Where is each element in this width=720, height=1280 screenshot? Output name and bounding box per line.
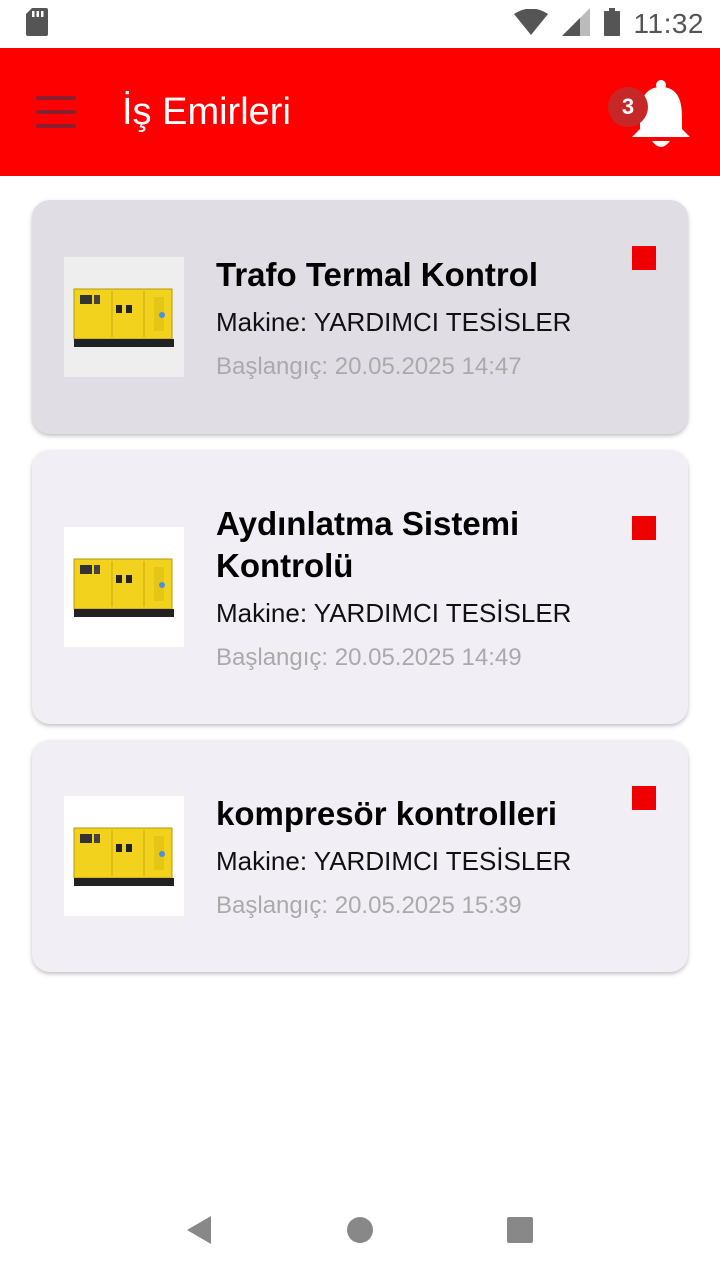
sd-card-icon: [26, 7, 48, 41]
machine-thumbnail: [64, 257, 184, 377]
work-order-start: Başlangıç: 20.05.2025 14:47: [216, 352, 522, 380]
recents-icon[interactable]: [507, 1216, 534, 1248]
work-order-start: Başlangıç: 20.05.2025 14:49: [216, 643, 522, 671]
work-order-title: kompresör kontrolleri: [216, 794, 558, 832]
work-order-card[interactable]: kompresör kontrolleri Makine: YARDIMCI T…: [32, 740, 688, 972]
status-icons: 11:32: [513, 7, 705, 41]
machine-thumbnail: [64, 796, 184, 916]
wifi-icon: [513, 8, 548, 40]
work-order-machine: Makine: YARDIMCI TESİSLER: [216, 306, 572, 337]
generator-icon: [73, 827, 174, 886]
status-indicator: [632, 516, 656, 540]
notifications-button[interactable]: 3: [608, 67, 692, 157]
work-order-title: Trafo Termal Kontrol: [216, 255, 539, 293]
app-bar: İş Emirleri 3: [0, 48, 720, 176]
work-order-card[interactable]: Trafo Termal Kontrol Makine: YARDIMCI TE…: [32, 200, 688, 434]
work-order-card[interactable]: Aydınlatma Sistemi Kontrolü Makine: YARD…: [32, 450, 688, 724]
generator-icon: [73, 288, 174, 347]
work-order-machine: Makine: YARDIMCI TESİSLER: [216, 845, 572, 876]
back-icon[interactable]: [186, 1215, 213, 1249]
work-order-title: Aydınlatma Sistemi Kontrolü: [216, 504, 520, 584]
navigation-bar: [0, 1184, 720, 1280]
status-bar: 11:32: [0, 0, 720, 48]
clock: 11:32: [633, 8, 704, 39]
work-order-list: Trafo Termal Kontrol Makine: YARDIMCI TE…: [32, 200, 688, 988]
menu-icon[interactable]: [36, 96, 76, 128]
battery-icon: [603, 7, 620, 41]
page-title: İş Emirleri: [122, 90, 291, 133]
status-indicator: [632, 786, 656, 810]
work-order-machine: Makine: YARDIMCI TESİSLER: [216, 597, 572, 628]
generator-icon: [73, 558, 174, 617]
machine-thumbnail: [64, 527, 184, 647]
home-icon[interactable]: [346, 1216, 374, 1249]
work-order-start: Başlangıç: 20.05.2025 15:39: [216, 891, 522, 919]
signal-icon: [561, 7, 590, 41]
notification-badge: 3: [608, 87, 648, 127]
status-indicator: [632, 246, 656, 270]
